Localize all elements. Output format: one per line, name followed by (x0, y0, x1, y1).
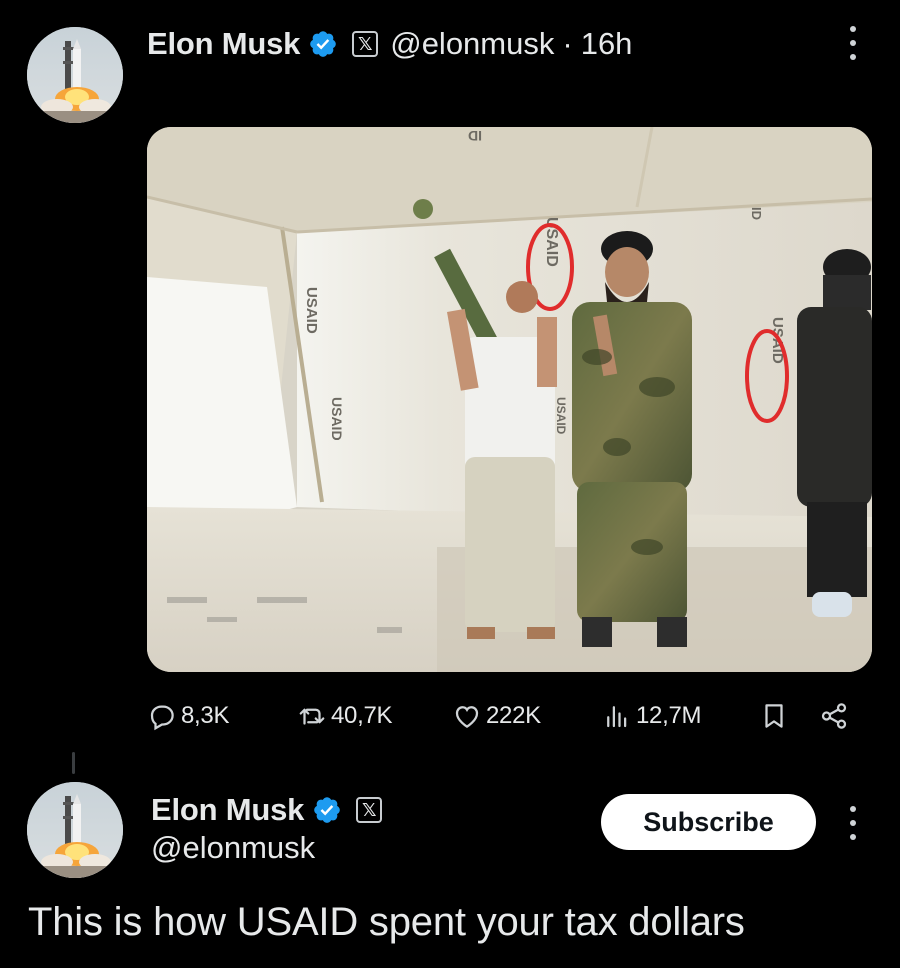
x-logo-icon: 𝕏 (356, 797, 383, 823)
usaid-print: USAID (303, 287, 320, 334)
thread-connector-line (72, 752, 75, 774)
share-button[interactable] (819, 694, 849, 738)
post-header: Elon Musk 𝕏 @elonmusk · 16h (147, 22, 632, 66)
bookmark-icon (765, 704, 783, 728)
author-handle[interactable]: @elonmusk (390, 26, 554, 62)
usaid-print: ID (749, 207, 764, 220)
more-options-icon[interactable] (848, 806, 858, 840)
usaid-print: USAID (329, 397, 345, 441)
usaid-print: USAID (554, 397, 568, 435)
separator-dot: · (562, 26, 573, 61)
usaid-print: ID (468, 128, 482, 144)
share-icon (821, 703, 847, 729)
like-count: 222K (486, 702, 541, 729)
post-action-bar: 8,3K 40,7K 222K 12,7M (147, 694, 872, 738)
bookmark-button[interactable] (759, 694, 789, 738)
repost-count: 40,7K (331, 702, 393, 729)
reply-icon (150, 705, 174, 731)
like-button[interactable]: 222K (452, 694, 541, 738)
more-options-icon[interactable] (848, 26, 858, 60)
subscribe-button[interactable]: Subscribe (601, 794, 816, 850)
view-count: 12,7M (636, 702, 702, 729)
repost-icon (299, 708, 325, 725)
avatar-rocket-launch-image (27, 782, 123, 878)
reply-button[interactable]: 8,3K (147, 694, 229, 738)
reply-text: This is how USAID spent your tax dollars (28, 900, 745, 944)
verified-badge-icon[interactable] (308, 29, 338, 59)
author-avatar[interactable] (27, 27, 123, 123)
post-media-image[interactable]: USAID USAID USAID USAID USAID ID ID (147, 127, 872, 672)
views-bar-chart-icon (607, 706, 627, 728)
reply-count: 8,3K (181, 702, 230, 729)
heart-icon (455, 706, 479, 728)
avatar-rocket-launch-image (27, 27, 123, 123)
reply-author-name[interactable]: Elon Musk (151, 792, 304, 828)
verified-badge-icon[interactable] (312, 795, 342, 825)
post-timestamp[interactable]: 16h (581, 26, 633, 62)
reply-header: Elon Musk 𝕏 (151, 790, 383, 830)
views-button[interactable]: 12,7M (602, 694, 702, 738)
author-name[interactable]: Elon Musk (147, 26, 300, 62)
reply-author-avatar[interactable] (27, 782, 123, 878)
repost-button[interactable]: 40,7K (297, 694, 393, 738)
reply-author-handle[interactable]: @elonmusk (151, 830, 315, 866)
x-logo-icon: 𝕏 (352, 31, 379, 57)
